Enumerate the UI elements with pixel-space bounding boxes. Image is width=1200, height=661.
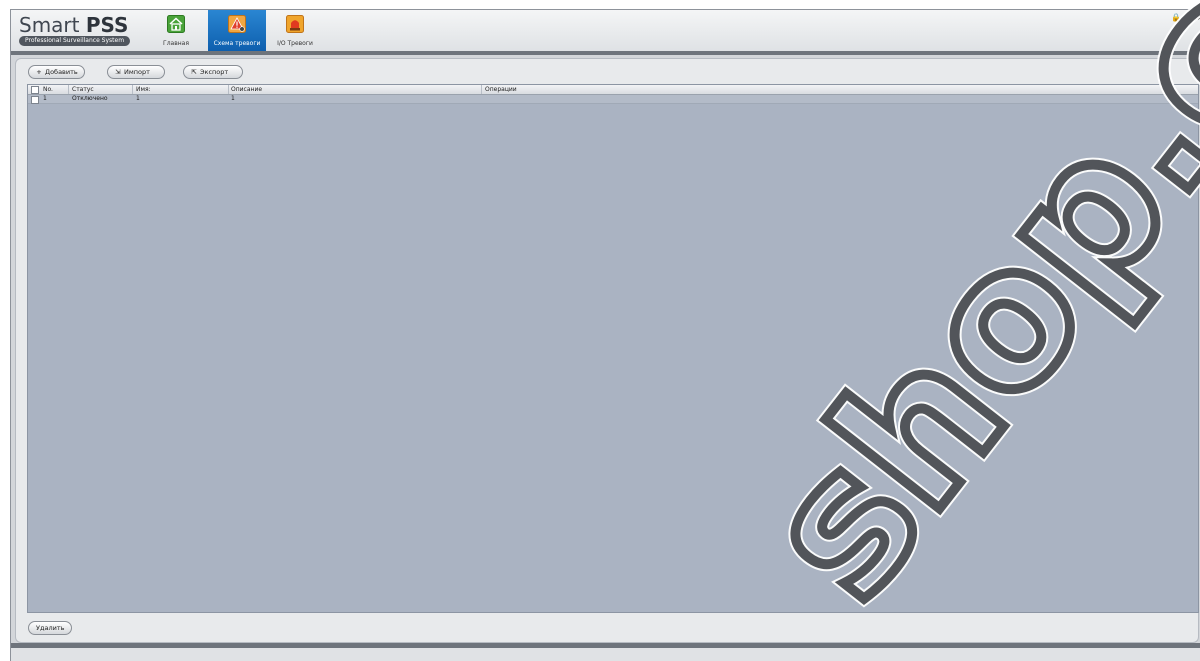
app-window: Smart PSS Professional Surveillance Syst… — [10, 9, 1200, 661]
alarm-scheme-icon — [228, 15, 246, 33]
column-operations: Операции — [485, 86, 517, 93]
column-name: Имя: — [133, 85, 229, 94]
export-icon: ⇱ — [191, 68, 197, 76]
cell-no: 1 — [43, 95, 47, 102]
home-icon — [167, 15, 185, 33]
column-no: No. — [28, 85, 69, 94]
alarm-light-icon — [286, 15, 304, 33]
plus-icon: + — [36, 68, 42, 76]
maximize-button[interactable]: □ — [1189, 13, 1197, 22]
column-description: Описание — [228, 85, 482, 94]
alarm-scheme-panel: + Добавить ⇲ Импорт ⇱ Экспорт No. Статус Им… — [15, 58, 1199, 643]
export-button[interactable]: ⇱ Экспорт — [183, 65, 244, 79]
tab-home-label: Главная — [163, 40, 189, 47]
delete-button[interactable]: Удалить — [28, 621, 73, 635]
tab-alarm-scheme-label: Схема тревоги — [213, 40, 261, 47]
table-header: No. Статус Имя: Описание Операции — [28, 85, 1198, 95]
logo-subtitle: Professional Surveillance System — [19, 36, 131, 46]
tab-alarm-scheme[interactable]: Схема тревоги — [208, 10, 266, 51]
lock-icon[interactable]: 🔒 — [1171, 13, 1181, 22]
window-controls: 🔒 – □ × — [1171, 13, 1200, 25]
status-bar — [11, 648, 1200, 661]
header-separator — [11, 51, 1200, 55]
row-checkbox[interactable] — [31, 96, 39, 104]
cell-description: 1 — [231, 95, 235, 102]
cell-status: Отключено — [72, 95, 108, 102]
add-button[interactable]: + Добавить — [28, 65, 85, 79]
tab-io-alarms-label: I/O Тревоги — [277, 40, 313, 47]
title-bar: Smart PSS Professional Surveillance Syst… — [11, 10, 1200, 52]
logo-title: Smart PSS — [19, 13, 129, 37]
cell-name: 1 — [136, 95, 140, 102]
tab-io-alarms[interactable]: I/O Тревоги — [268, 10, 322, 51]
import-icon: ⇲ — [115, 68, 121, 76]
select-all-checkbox[interactable] — [31, 86, 39, 94]
tab-home[interactable]: Главная — [151, 10, 201, 51]
minimize-button[interactable]: – — [1181, 13, 1185, 22]
import-button[interactable]: ⇲ Импорт — [107, 65, 165, 79]
app-logo: Smart PSS Professional Surveillance Syst… — [19, 14, 159, 48]
table-row[interactable]: 1 Отключено 1 1 — [28, 95, 1198, 104]
alarm-scheme-table: No. Статус Имя: Описание Операции 1 Откл… — [27, 84, 1199, 613]
column-status: Статус — [69, 85, 133, 94]
